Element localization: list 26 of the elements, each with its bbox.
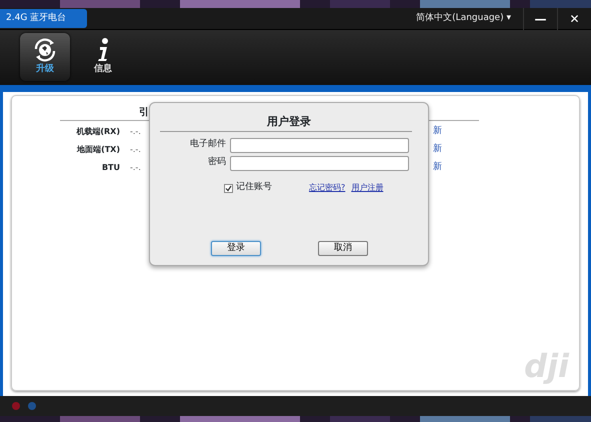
- refresh-globe-icon: [32, 36, 58, 62]
- update-link[interactable]: 新: [433, 143, 442, 157]
- field-label: 密码: [207, 156, 227, 170]
- row-label: 机载端(RX): [75, 126, 121, 138]
- link[interactable]: 忘记密码?: [309, 182, 346, 194]
- tab[interactable]: 升级: [20, 33, 70, 81]
- input-field[interactable]: [230, 156, 409, 170]
- row-value: -.-.: [130, 144, 141, 156]
- row-value: -.-.: [130, 162, 141, 174]
- row-label: 地面端(TX): [76, 144, 121, 156]
- field-label: 电子邮件: [189, 138, 227, 152]
- row-value: -.-.: [130, 126, 141, 138]
- link[interactable]: 用户注册: [351, 182, 384, 194]
- update-link[interactable]: 新: [433, 161, 442, 175]
- dialog-title: 用户登录: [266, 114, 312, 130]
- tab[interactable]: 信息: [78, 33, 128, 81]
- dialog-button[interactable]: 取消: [318, 241, 368, 256]
- checkbox[interactable]: [224, 184, 233, 192]
- app-title: 2.4G 蓝牙电台: [0, 9, 87, 28]
- row-label: BTU: [100, 162, 121, 174]
- update-link[interactable]: 新: [433, 125, 442, 139]
- input-field[interactable]: [230, 138, 409, 152]
- dialog-button[interactable]: 登录: [211, 241, 261, 256]
- language-dropdown[interactable]: 简体中文(Language) ▾: [416, 12, 511, 26]
- column-header: 引: [139, 106, 150, 120]
- checkbox-label: 记住账号: [236, 181, 272, 194]
